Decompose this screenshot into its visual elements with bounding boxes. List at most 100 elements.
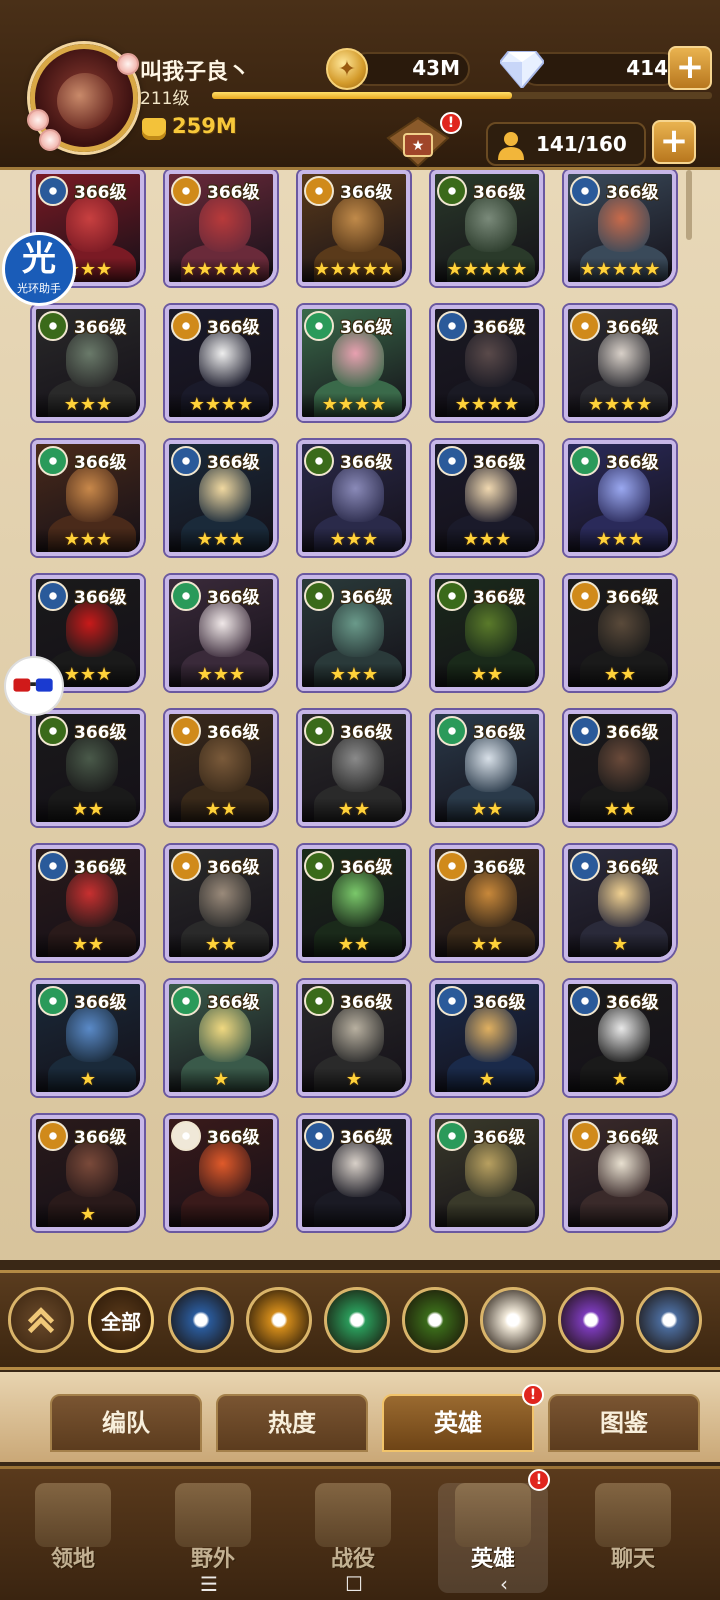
hero-card[interactable]: 366级 ★★ [32, 710, 144, 826]
fist-power-icon [142, 118, 166, 140]
graveborn-faction-icon [304, 446, 334, 476]
filter-dimensional-button[interactable] [636, 1287, 702, 1353]
hero-card[interactable]: 366级 ★★★ [431, 440, 543, 556]
hero-card[interactable]: 366级 ★★★★ [564, 305, 676, 421]
hero-card[interactable]: 366级 ★★★★ [165, 305, 277, 421]
lightbearer-faction-icon [570, 986, 600, 1016]
hero-stars: ★★★ [435, 528, 539, 552]
hero-head [598, 601, 650, 657]
hero-head [66, 196, 118, 252]
filter-wilder-button[interactable] [324, 1287, 390, 1353]
hero-card[interactable]: 366级 ★★★★ [298, 305, 410, 421]
subtab-3[interactable]: 图鉴 [548, 1394, 700, 1452]
float-glasses-bubble[interactable] [4, 656, 64, 716]
hero-card[interactable]: 366级 ★★ [431, 710, 543, 826]
hero-card[interactable]: 366级 ★★★ [165, 440, 277, 556]
halo-helper-bubble[interactable]: 光 光环助手 [2, 232, 76, 306]
system-back-button[interactable]: ‹ [500, 1572, 508, 1596]
filter-all-button[interactable]: 全部 [88, 1287, 154, 1353]
hero-head [598, 196, 650, 252]
collapse-filter-button[interactable] [8, 1287, 74, 1353]
nav-item-3[interactable]: 英雄 [438, 1483, 548, 1593]
hero-card[interactable]: 366级 [431, 1115, 543, 1231]
subtab-2[interactable]: 英雄 [382, 1394, 534, 1452]
hero-card[interactable]: 366级 ★★ [298, 845, 410, 961]
hero-level: 366级 [473, 858, 526, 878]
hero-stars: ★★★ [169, 663, 273, 687]
scrollbar[interactable] [686, 170, 692, 240]
hero-card[interactable]: 366级 ★★★★★ [564, 170, 676, 286]
hero-card[interactable]: 366级 ★★ [431, 845, 543, 961]
hero-card[interactable]: 366级 ★★ [165, 710, 277, 826]
hero-grid: 366级 ★★★ 366级 ★★★★★ 366级 ★★★★★ 366级 ★★★★★ 366级 ★★… [32, 170, 692, 1231]
hero-card[interactable]: 366级 ★ [564, 845, 676, 961]
lightbearer-faction-icon [437, 311, 467, 341]
filter-mauler-button[interactable] [246, 1287, 312, 1353]
hero-stars: ★★ [302, 798, 406, 822]
hero-stars [435, 1203, 539, 1227]
hero-level: 366级 [473, 993, 526, 1013]
hero-card[interactable]: 366级 ★ [32, 1115, 144, 1231]
hero-level: 366级 [473, 183, 526, 203]
hero-card[interactable]: 366级 ★★★★★ [165, 170, 277, 286]
hero-card[interactable]: 366级 ★ [298, 980, 410, 1096]
hero-card[interactable]: 366级 [298, 1115, 410, 1231]
hero-card[interactable]: 366级 ★ [165, 980, 277, 1096]
filter-lightbearer-button[interactable] [168, 1287, 234, 1353]
hero-card[interactable]: 366级 ★★★ [165, 575, 277, 691]
nav-item-0[interactable]: 领地 [18, 1483, 128, 1593]
person-icon [498, 132, 524, 160]
hero-card[interactable]: 366级 ★★ [32, 845, 144, 961]
hero-head [332, 331, 384, 387]
hero-card[interactable]: 366级 ★★ [298, 710, 410, 826]
hero-level: 366级 [74, 858, 127, 878]
hero-level: 366级 [340, 1128, 393, 1148]
hero-card[interactable]: 366级 ★★★★★ [298, 170, 410, 286]
hero-card[interactable]: 366级 ★ [32, 980, 144, 1096]
hero-stars: ★★★★ [435, 393, 539, 417]
hero-card[interactable]: 366级 ★★★★ [431, 305, 543, 421]
nav-item-4[interactable]: 聊天 [578, 1483, 688, 1593]
hero-grid-area[interactable]: 366级 ★★★ 366级 ★★★★★ 366级 ★★★★★ 366级 ★★★★★ 366级 ★★… [0, 170, 720, 1260]
filter-celestial-button[interactable] [480, 1287, 546, 1353]
hero-card[interactable]: 366级 ★★ [165, 845, 277, 961]
add-diamonds-button[interactable]: + [668, 46, 712, 90]
system-home-button[interactable]: ☐ [345, 1572, 363, 1596]
hero-card[interactable]: 366级 ★★★ [32, 305, 144, 421]
hero-stars: ★ [36, 1203, 140, 1227]
hero-level: 366级 [207, 588, 260, 608]
hero-level: 366级 [74, 723, 127, 743]
hero-count-box: 141/160 [486, 122, 646, 166]
subtab-1[interactable]: 热度 [216, 1394, 368, 1452]
graveborn-faction-icon [437, 581, 467, 611]
hero-card[interactable]: 366级 [564, 1115, 676, 1231]
hero-card[interactable]: 366级 ★★ [431, 575, 543, 691]
hero-card[interactable]: 366级 ★ [431, 980, 543, 1096]
wilder-faction-icon [38, 986, 68, 1016]
lightbearer-faction-icon [38, 176, 68, 206]
hero-card[interactable]: 366级 ★★ [564, 575, 676, 691]
hero-card[interactable]: 366级 ★★★ [564, 440, 676, 556]
hero-card[interactable]: 366级 ★★★ [298, 575, 410, 691]
hero-head [66, 601, 118, 657]
filter-hypogean-button[interactable] [558, 1287, 624, 1353]
hero-card[interactable]: 366级 ★★★ [32, 440, 144, 556]
hero-card[interactable]: 366级 ★★ [564, 710, 676, 826]
hero-head [332, 736, 384, 792]
hero-card[interactable]: 366级 ★★★ [298, 440, 410, 556]
hero-head [465, 1141, 517, 1197]
hero-head [66, 331, 118, 387]
hero-card[interactable]: 366级 [165, 1115, 277, 1231]
filter-graveborn-button[interactable] [402, 1287, 468, 1353]
player-level: 211级 [140, 89, 190, 109]
hero-card[interactable]: 366级 ★★★★★ [431, 170, 543, 286]
celestial-faction-icon [171, 1121, 201, 1151]
subtab-0[interactable]: 编队 [50, 1394, 202, 1452]
hero-card[interactable]: 366级 ★ [564, 980, 676, 1096]
system-menu-button[interactable]: ☰ [200, 1572, 218, 1596]
player-avatar[interactable] [27, 44, 139, 152]
lightbearer-faction-icon [38, 851, 68, 881]
hero-stars: ★ [435, 1068, 539, 1092]
expand-hero-slots-button[interactable]: + [652, 120, 696, 164]
nav-label: 战役 [330, 1547, 375, 1572]
